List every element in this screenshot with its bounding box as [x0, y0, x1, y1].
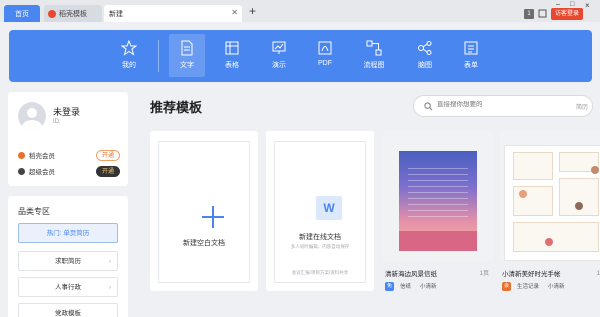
tab-templates[interactable]: 稻壳模板 — [44, 5, 102, 22]
super-vip-icon — [18, 167, 25, 175]
user-id: ID: — [53, 119, 61, 125]
tool-presentation[interactable]: 演示 — [261, 34, 297, 77]
blank-doc-frame: 新建空白文档 — [158, 141, 250, 283]
docer-vip-open-button[interactable]: 开通 — [96, 149, 120, 161]
template-tag[interactable]: 信纸 — [397, 281, 415, 291]
super-vip-label: 超级会员 — [29, 169, 55, 176]
tab-home-label: 首页 — [15, 10, 29, 18]
tool-form-label: 表单 — [464, 62, 478, 69]
new-online-doc-card[interactable]: W 新建在线文档 多人同时编辑，内容自动保存 会议汇报/项目方案/资料共享 — [266, 131, 374, 291]
template-card[interactable]: 小清新美好时光手帐 1页 会 生活记录 小清新 — [500, 131, 600, 291]
journal-page-image — [504, 145, 600, 261]
title-bar: 首页 稻壳模板 新建 ✕ + 1 访客登录 – □ × — [0, 0, 600, 22]
tab-templates-label: 稻壳模板 — [59, 10, 87, 18]
tool-presentation-label: 演示 — [272, 62, 286, 69]
avatar[interactable] — [18, 102, 46, 130]
new-blank-doc-label: 新建空白文档 — [183, 240, 225, 247]
docer-vip-row: 稻壳会员 开通 — [18, 149, 122, 161]
template-tags: 免 信纸 小清新 — [385, 281, 440, 291]
template-card[interactable]: 清新海边风景信纸 1页 免 信纸 小清新 — [383, 131, 493, 291]
skin-icon[interactable] — [538, 9, 547, 18]
pdf-icon — [318, 41, 332, 55]
template-tags: 会 生活记录 小清新 — [502, 281, 568, 291]
app-toolbar: 我的 文字 表格 演示 PDF 流程图 脑图 表单 — [9, 30, 592, 82]
user-panel: 未登录 ID: 稻壳会员 开通 超级会员 开通 — [8, 92, 128, 186]
template-pages: 1页 — [479, 271, 489, 277]
tab-home[interactable]: 首页 — [4, 5, 40, 22]
chevron-right-icon: › — [108, 284, 111, 291]
seaside-letter-paper-image — [399, 151, 477, 251]
online-doc-title: 新建在线文档 — [299, 234, 341, 241]
template-search[interactable]: 简历 — [413, 95, 593, 117]
category-item-resume-single[interactable]: 热门: 单页简历 — [18, 223, 118, 243]
minimize-button[interactable]: – — [556, 1, 560, 8]
maximize-button[interactable]: □ — [570, 1, 574, 8]
presentation-icon — [272, 41, 286, 54]
tool-text[interactable]: 文字 — [169, 34, 205, 77]
tab-new[interactable]: 新建 ✕ — [104, 5, 242, 22]
form-icon — [464, 41, 478, 55]
new-blank-doc-card[interactable]: 新建空白文档 — [150, 131, 258, 291]
toolbar-divider — [158, 40, 159, 72]
search-input[interactable] — [437, 101, 547, 108]
close-window-button[interactable]: × — [585, 1, 590, 10]
category-title: 品类专区 — [18, 207, 50, 216]
add-tab-button[interactable]: + — [249, 5, 256, 17]
username[interactable]: 未登录 — [53, 105, 80, 118]
mindmap-icon — [418, 41, 432, 55]
docer-logo-icon — [48, 9, 56, 18]
category-panel: 品类专区 热门: 单页简历 求职简历 › 人事行政 › 党政模板 — [8, 196, 128, 317]
template-pages: 1页 — [596, 271, 600, 277]
flowchart-icon — [366, 40, 382, 56]
tool-text-label: 文字 — [180, 62, 194, 69]
close-tab-icon[interactable]: ✕ — [231, 8, 238, 17]
tool-mine-label: 我的 — [122, 62, 136, 69]
online-doc-footer: 会议汇报/项目方案/资料共享 — [291, 270, 349, 275]
online-doc-frame: W 新建在线文档 多人同时编辑，内容自动保存 会议汇报/项目方案/资料共享 — [274, 141, 366, 283]
docer-vip-icon — [18, 151, 25, 159]
tab-new-label: 新建 — [109, 10, 123, 18]
template-tag[interactable]: 小清新 — [545, 281, 568, 291]
table-icon — [225, 41, 239, 55]
word-online-icon: W — [316, 196, 342, 220]
page-title: 推荐模板 — [150, 100, 203, 115]
tool-flowchart[interactable]: 流程图 — [356, 34, 392, 77]
template-name: 清新海边风景信纸 — [385, 271, 437, 278]
chevron-right-icon: › — [108, 258, 111, 265]
search-hot-tag[interactable]: 简历 — [576, 102, 588, 111]
document-icon — [181, 40, 193, 56]
tool-pdf[interactable]: PDF — [307, 34, 343, 77]
online-doc-desc: 多人同时编辑，内容自动保存 — [290, 244, 350, 249]
super-vip-row: 超级会员 开通 — [18, 165, 122, 177]
template-thumbnail — [383, 131, 493, 261]
tool-form[interactable]: 表单 — [453, 34, 489, 77]
tool-mine[interactable]: 我的 — [111, 34, 147, 77]
category-item-party[interactable]: 党政模板 — [18, 303, 118, 317]
tool-table-label: 表格 — [225, 62, 239, 69]
tool-mindmap[interactable]: 脑图 — [407, 34, 443, 77]
window-count-badge[interactable]: 1 — [524, 9, 534, 19]
tool-table[interactable]: 表格 — [214, 34, 250, 77]
star-icon — [121, 40, 137, 56]
free-badge: 免 — [385, 281, 394, 291]
docer-vip-label: 稻壳会员 — [29, 153, 55, 160]
tool-pdf-label: PDF — [318, 60, 332, 67]
search-icon — [424, 102, 433, 111]
template-tag[interactable]: 小清新 — [417, 281, 440, 291]
template-tag[interactable]: 生活记录 — [514, 281, 543, 291]
member-badge: 会 — [502, 281, 511, 291]
tool-flowchart-label: 流程图 — [363, 62, 385, 69]
template-name: 小清新美好时光手帐 — [502, 271, 561, 278]
tool-mindmap-label: 脑图 — [418, 62, 432, 69]
category-item-hr[interactable]: 人事行政 › — [18, 277, 118, 297]
category-item-job-resume[interactable]: 求职简历 › — [18, 251, 118, 271]
super-vip-open-button[interactable]: 开通 — [96, 165, 120, 177]
template-thumbnail — [500, 131, 600, 261]
guest-login-button[interactable]: 访客登录 — [551, 8, 583, 20]
